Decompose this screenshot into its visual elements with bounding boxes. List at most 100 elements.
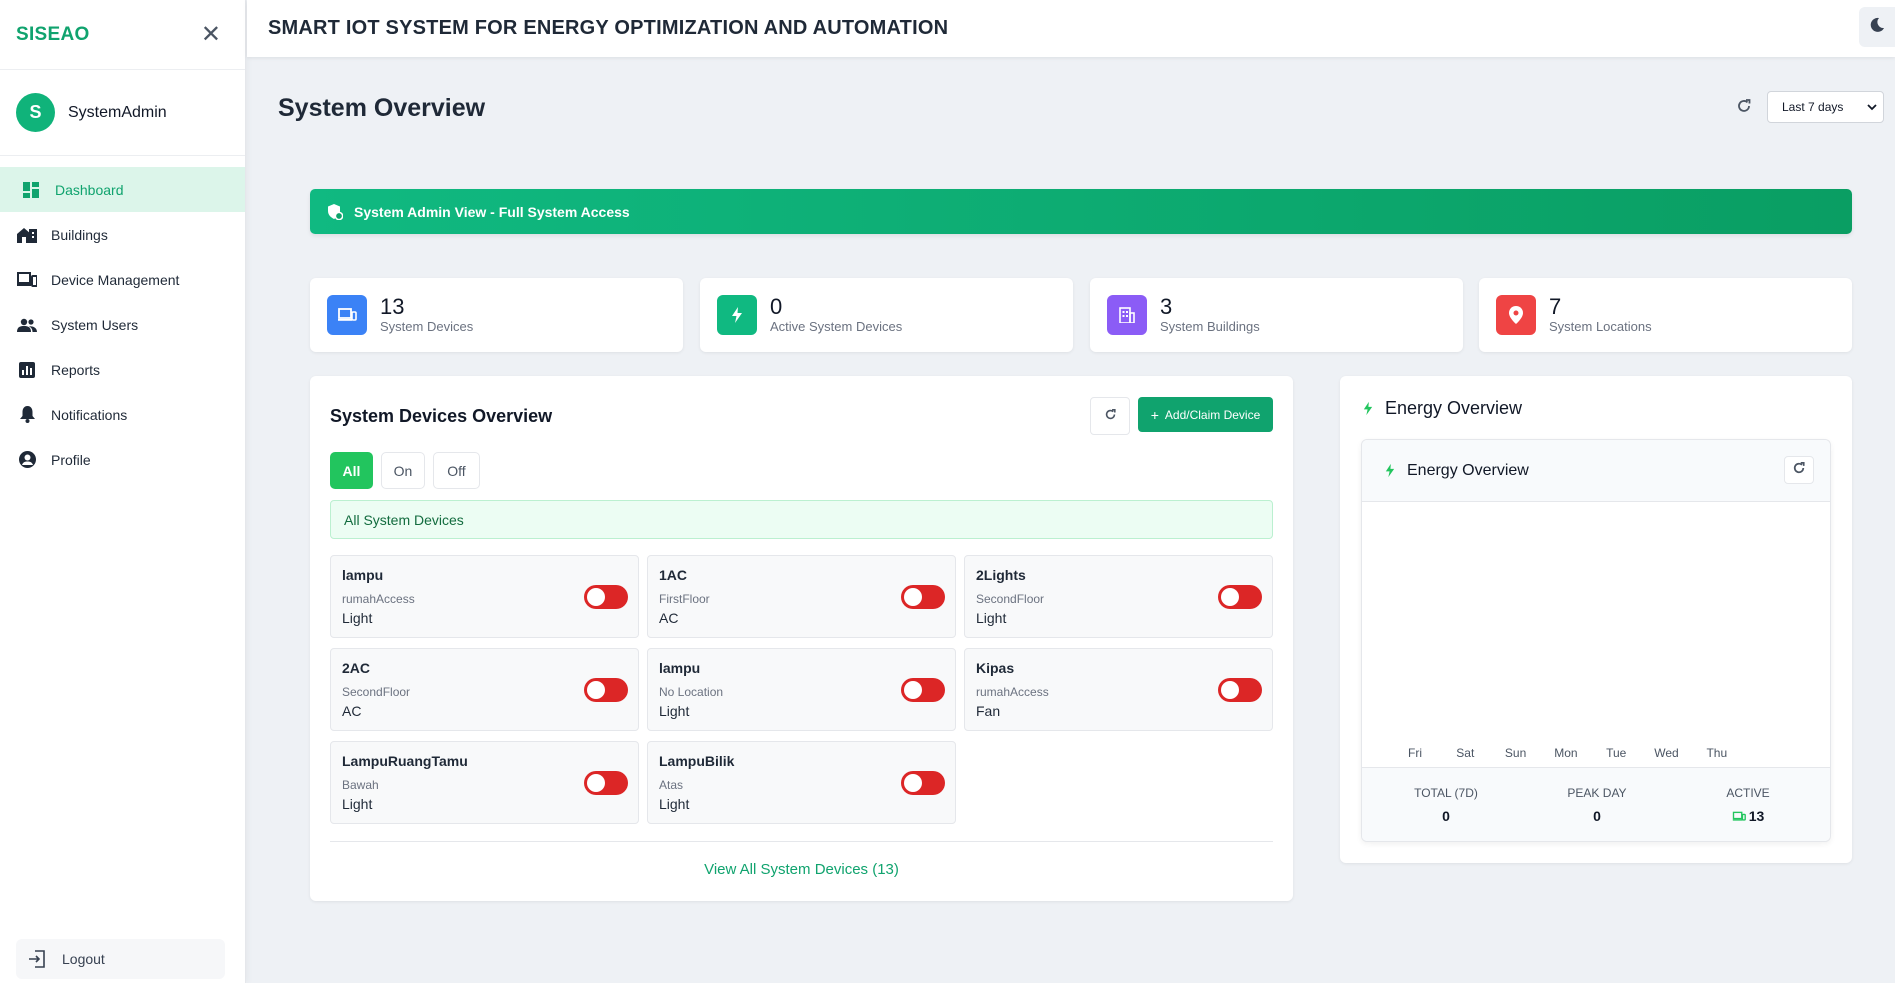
plus-icon: + — [1150, 406, 1159, 423]
device-type: Light — [659, 703, 690, 719]
device-type: Light — [342, 796, 373, 812]
filter-on-button[interactable]: On — [381, 452, 425, 489]
profile-icon — [16, 450, 38, 470]
device-location: SecondFloor — [342, 685, 411, 699]
device-toggle[interactable] — [584, 585, 628, 609]
device-name: lampu — [342, 567, 384, 583]
sidebar-item-label: Dashboard — [55, 181, 124, 198]
bolt-icon — [1385, 463, 1395, 478]
device-location: rumahAccess — [976, 685, 1049, 699]
app-title: SMART IOT SYSTEM FOR ENERGY OPTIMIZATION… — [268, 17, 949, 39]
device-name: 2AC — [342, 660, 371, 676]
shield-icon — [327, 203, 343, 220]
add-claim-device-button[interactable]: + Add/Claim Device — [1138, 397, 1273, 432]
metric-total: TOTAL (7D) 0 — [1376, 786, 1516, 824]
top-bar: SMART IOT SYSTEM FOR ENERGY OPTIMIZATION… — [247, 0, 1895, 57]
chart-x-tick-label: Fri — [1408, 746, 1422, 760]
brand-logo[interactable]: SISEAO — [16, 24, 90, 46]
device-name: lampu — [659, 660, 701, 676]
sidebar-item-label: Reports — [51, 361, 101, 378]
energy-overview-card: Energy Overview Energy Overview Fri Sat Su… — [1340, 376, 1852, 863]
user-name: SystemAdmin — [68, 103, 167, 121]
device-card: Kipas rumahAccess Fan — [964, 648, 1273, 731]
refresh-button[interactable] — [1733, 97, 1755, 119]
device-location: Atas — [659, 778, 684, 792]
refresh-chart-button[interactable] — [1784, 456, 1814, 484]
energy-card-title: Energy Overview — [1363, 398, 1522, 419]
metric-peak-day: PEAK DAY 0 — [1527, 786, 1667, 824]
metric-value: 13 — [1678, 808, 1818, 824]
chart-x-tick-label: Tue — [1606, 746, 1627, 760]
device-type: AC — [342, 703, 362, 719]
stat-value: 13 — [380, 294, 405, 319]
device-name: Kipas — [976, 660, 1015, 676]
device-toggle[interactable] — [901, 678, 945, 702]
sidebar-item-label: Device Management — [51, 271, 180, 288]
sidebar-item-buildings[interactable]: Buildings — [0, 212, 245, 257]
device-card: 1AC FirstFloor AC — [647, 555, 956, 638]
devices-icon — [16, 270, 38, 290]
device-card: LampuBilik Atas Light — [647, 741, 956, 824]
energy-chart-panel: Energy Overview Fri Sat Sun Mon Tue Wed Thu TO… — [1361, 439, 1831, 842]
sidebar-item-reports[interactable]: Reports — [0, 347, 245, 392]
device-name: LampuBilik — [659, 753, 735, 769]
bell-icon — [16, 405, 38, 425]
device-location: rumahAccess — [342, 592, 415, 606]
stat-value: 0 — [770, 294, 783, 319]
banner-text: System Admin View - Full System Access — [354, 203, 630, 220]
device-card: 2AC SecondFloor AC — [330, 648, 639, 731]
logout-label: Logout — [62, 951, 105, 967]
stat-value: 3 — [1160, 294, 1173, 319]
theme-toggle-button[interactable] — [1859, 7, 1895, 47]
view-all-devices-link[interactable]: View All System Devices (13) — [310, 861, 1293, 878]
sidebar-item-label: Notifications — [51, 406, 128, 423]
device-location: SecondFloor — [976, 592, 1045, 606]
energy-chart: Fri Sat Sun Mon Tue Wed Thu — [1362, 503, 1830, 767]
stat-card-active-devices: 0 Active System Devices — [700, 278, 1073, 352]
buildings-icon — [16, 225, 38, 245]
filter-all-button[interactable]: All — [330, 452, 373, 489]
refresh-devices-button[interactable] — [1090, 397, 1130, 435]
stat-label: System Buildings — [1160, 319, 1260, 334]
moon-icon — [1869, 17, 1885, 38]
stat-card-locations: 7 System Locations — [1479, 278, 1852, 352]
avatar: S — [16, 93, 55, 132]
device-toggle[interactable] — [1218, 678, 1262, 702]
logout-icon — [28, 950, 46, 968]
energy-title-text: Energy Overview — [1385, 398, 1523, 418]
metric-label: TOTAL (7D) — [1414, 786, 1478, 800]
stat-value: 7 — [1549, 294, 1562, 319]
metric-active: ACTIVE 13 — [1678, 786, 1818, 824]
device-toggle[interactable] — [901, 771, 945, 795]
sidebar-item-device-management[interactable]: Device Management — [0, 257, 245, 302]
device-card: lampu No Location Light — [647, 648, 956, 731]
device-location: Bawah — [342, 778, 379, 792]
admin-banner: System Admin View - Full System Access — [310, 189, 1852, 234]
metric-value-text: 13 — [1748, 808, 1765, 824]
devices-icon — [327, 295, 367, 335]
logout-button[interactable]: Logout — [16, 939, 225, 979]
device-toggle[interactable] — [1218, 585, 1262, 609]
sidebar-item-system-users[interactable]: System Users — [0, 302, 245, 347]
devices-icon — [1732, 811, 1746, 822]
device-toggle[interactable] — [901, 585, 945, 609]
sidebar-item-label: System Users — [51, 316, 139, 333]
section-label: All System Devices — [330, 500, 1273, 539]
device-type: AC — [659, 610, 679, 626]
metric-label: PEAK DAY — [1567, 786, 1627, 800]
device-toggle[interactable] — [584, 678, 628, 702]
date-range-select[interactable]: Last 7 days — [1767, 91, 1884, 123]
energy-metrics: TOTAL (7D) 0 PEAK DAY 0 ACTIVE 13 — [1362, 767, 1830, 841]
device-card: 2Lights SecondFloor Light — [964, 555, 1273, 638]
sidebar-nav: Dashboard Buildings Device Management Sy… — [0, 167, 245, 482]
filter-off-button[interactable]: Off — [433, 452, 480, 489]
device-toggle[interactable] — [584, 771, 628, 795]
stat-card-devices: 13 System Devices — [310, 278, 683, 352]
chart-x-tick-label: Sun — [1504, 746, 1527, 760]
stat-label: System Devices — [380, 319, 474, 334]
chart-x-tick-label: Thu — [1706, 746, 1728, 760]
close-sidebar-icon[interactable]: ✕ — [201, 22, 221, 47]
sidebar-item-dashboard[interactable]: Dashboard — [0, 167, 245, 212]
sidebar-item-profile[interactable]: Profile — [0, 437, 245, 482]
sidebar-item-notifications[interactable]: Notifications — [0, 392, 245, 437]
